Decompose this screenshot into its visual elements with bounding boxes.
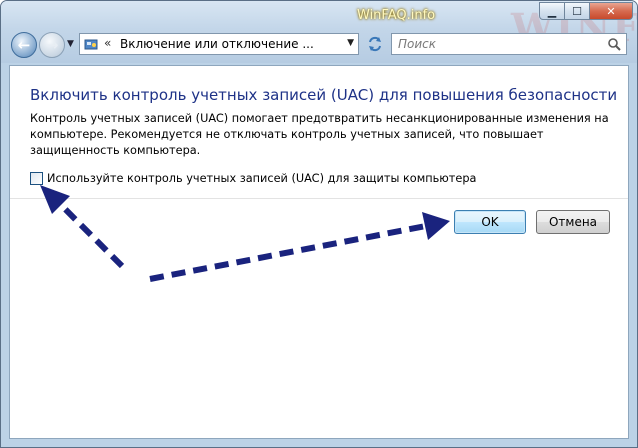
address-dropdown-icon[interactable]: ▼ bbox=[347, 38, 354, 48]
address-bar[interactable]: « Включение или отключение ... ▼ bbox=[79, 33, 359, 55]
forward-arrow-icon: → bbox=[45, 36, 59, 54]
maximize-icon: ☐ bbox=[572, 4, 582, 18]
window-frame: WINFAQ WinFAQ.info ▁ ☐ ✕ ← → ▼ « Включен… bbox=[1, 1, 637, 63]
content-pane: Включить контроль учетных записей (UAC) … bbox=[9, 65, 629, 439]
minimize-button[interactable]: ▁ bbox=[539, 2, 565, 20]
back-arrow-icon: ← bbox=[17, 36, 31, 54]
page-title: Включить контроль учетных записей (UAC) … bbox=[30, 86, 618, 104]
refresh-button[interactable] bbox=[363, 33, 387, 55]
forward-button[interactable]: → bbox=[39, 32, 65, 58]
maximize-button[interactable]: ☐ bbox=[564, 2, 590, 20]
breadcrumb-chevron[interactable]: « bbox=[104, 36, 111, 50]
window: WINFAQ WinFAQ.info ▁ ☐ ✕ ← → ▼ « Включен… bbox=[0, 0, 638, 448]
uac-checkbox[interactable] bbox=[30, 172, 43, 185]
control-panel-icon bbox=[84, 39, 98, 50]
uac-checkbox-label[interactable]: Используйте контроль учетных записей (UA… bbox=[47, 172, 476, 185]
recent-pages-dropdown[interactable]: ▼ bbox=[67, 39, 74, 49]
refresh-icon bbox=[369, 36, 381, 52]
description-text: Контроль учетных записей (UAC) помогает … bbox=[30, 112, 609, 157]
minimize-icon: ▁ bbox=[547, 4, 557, 18]
breadcrumb[interactable]: Включение или отключение ... bbox=[120, 37, 314, 51]
search-placeholder: Поиск bbox=[398, 37, 437, 51]
ok-button[interactable]: OK bbox=[454, 210, 526, 234]
back-button[interactable]: ← bbox=[11, 32, 37, 58]
search-icon[interactable] bbox=[607, 37, 621, 51]
close-icon: ✕ bbox=[606, 4, 616, 18]
site-label: WinFAQ.info bbox=[357, 8, 436, 23]
divider bbox=[10, 198, 628, 199]
search-box[interactable]: Поиск bbox=[391, 33, 627, 55]
close-button[interactable]: ✕ bbox=[589, 2, 633, 20]
uac-checkbox-row[interactable]: Используйте контроль учетных записей (UA… bbox=[30, 172, 476, 185]
cancel-button[interactable]: Отмена bbox=[536, 210, 610, 234]
